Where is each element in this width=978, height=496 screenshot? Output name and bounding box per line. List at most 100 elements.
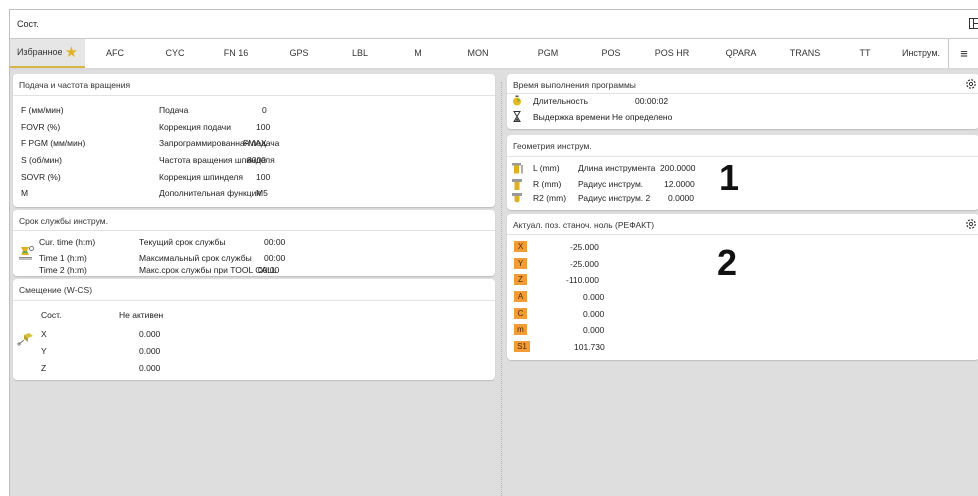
tab-cyc[interactable]: CYC xyxy=(145,39,205,68)
time1-value: 00:00 xyxy=(264,253,285,263)
sovr-label: SOVR (%) xyxy=(21,172,61,182)
gear-icon[interactable] xyxy=(965,78,977,90)
tool-radius2-icon xyxy=(511,193,523,204)
callout-2: 2 xyxy=(717,242,737,284)
m-value: M5 xyxy=(256,188,268,198)
hourglass-icon xyxy=(513,111,521,122)
offset-icon xyxy=(17,333,35,347)
cur-time-desc: Текущий срок службы xyxy=(139,237,225,247)
main-window: Сост. Избранное★ AFC CYC FN 16 GPS LBL M… xyxy=(9,9,978,496)
radius-desc: Радиус инструм. xyxy=(578,179,643,189)
offset-z-label: Z xyxy=(41,363,46,373)
tool-life-panel: Срок службы инструм. Cur. time (h:m) Тек… xyxy=(13,210,495,276)
length-value: 200.0000 xyxy=(660,163,695,173)
tab-fn16[interactable]: FN 16 xyxy=(205,39,267,68)
radius-label: R (mm) xyxy=(533,179,561,189)
axis-a-badge: A xyxy=(514,291,527,302)
radius2-value: 0.0000 xyxy=(668,193,694,203)
fpgm-label: F PGM (мм/мин) xyxy=(21,138,85,148)
s-label: S (об/мин) xyxy=(21,155,62,165)
axis-z-badge: Z xyxy=(514,274,527,285)
tab-pos-hr[interactable]: POS HR xyxy=(635,39,709,68)
dwell-value: Не определено xyxy=(612,112,672,122)
tab-m[interactable]: M xyxy=(389,39,447,68)
layout-icon[interactable] xyxy=(969,18,978,29)
offset-z-value: 0.000 xyxy=(139,363,160,373)
geometry-title: Геометрия инструм. xyxy=(513,141,592,151)
cur-time-value: 00:00 xyxy=(264,237,285,247)
axis-c-value: 0.000 xyxy=(583,309,604,319)
tab-gps[interactable]: GPS xyxy=(267,39,331,68)
tool-length-icon xyxy=(511,163,523,174)
axis-m-badge: m xyxy=(514,324,527,335)
time2-value: 00:00 xyxy=(258,265,279,275)
column-divider xyxy=(501,82,502,496)
tab-bar: Избранное★ AFC CYC FN 16 GPS LBL M MON P… xyxy=(10,39,978,68)
position-title: Актуал. поз. станоч. ноль (РЕФАКТ) xyxy=(513,220,654,230)
gear-icon[interactable] xyxy=(965,218,977,230)
tool-life-icon xyxy=(18,246,34,261)
tab-label: Избранное xyxy=(17,47,63,57)
divider xyxy=(507,234,978,235)
sovr-desc: Коррекция шпинделя xyxy=(159,172,243,182)
title-bar: Сост. xyxy=(10,10,978,39)
fovr-value: 100 xyxy=(256,122,270,132)
spindle-s1-badge: S1 xyxy=(514,341,530,352)
position-panel: Актуал. поз. станоч. ноль (РЕФАКТ) X -25… xyxy=(507,214,978,360)
offset-panel: Смещение (W-CS) Сост. Не активен X 0.000… xyxy=(13,279,495,380)
feed-panel: Подача и частота вращения F (мм/мин) Под… xyxy=(13,74,495,207)
radius-value: 12.0000 xyxy=(664,179,695,189)
sovr-value: 100 xyxy=(256,172,270,182)
spindle-s1-value: 101.730 xyxy=(574,342,605,352)
status-area: Подача и частота вращения F (мм/мин) Под… xyxy=(10,70,978,496)
fovr-desc: Коррекция подачи xyxy=(159,122,231,132)
stopwatch-icon xyxy=(511,95,522,106)
fovr-label: FOVR (%) xyxy=(21,122,60,132)
m-label: M xyxy=(21,188,28,198)
divider xyxy=(507,156,978,157)
time2-label: Time 2 (h:m) xyxy=(39,265,87,275)
tab-pos[interactable]: POS xyxy=(587,39,635,68)
divider xyxy=(507,93,978,94)
length-desc: Длина инструмента xyxy=(578,163,655,173)
axis-c-badge: C xyxy=(514,308,527,319)
radius2-desc: Радиус инструм. 2 xyxy=(578,193,650,203)
axis-m-value: 0.000 xyxy=(583,325,604,335)
cur-time-label: Cur. time (h:m) xyxy=(39,237,95,247)
time2-desc: Макс.срок службы при TOOL CALL xyxy=(139,265,277,275)
length-label: L (mm) xyxy=(533,163,560,173)
offset-y-label: Y xyxy=(41,346,47,356)
offset-x-value: 0.000 xyxy=(139,329,160,339)
offset-x-label: X xyxy=(41,329,47,339)
fpgm-value: FMAX xyxy=(243,138,267,148)
tab-mon[interactable]: MON xyxy=(447,39,509,68)
feed-desc: Подача xyxy=(159,105,188,115)
tab-qpara[interactable]: QPARA xyxy=(709,39,773,68)
tab-trans[interactable]: TRANS xyxy=(773,39,837,68)
axis-y-badge: Y xyxy=(514,258,527,269)
offset-state-label: Сост. xyxy=(41,310,61,320)
offset-y-value: 0.000 xyxy=(139,346,160,356)
radius2-label: R2 (mm) xyxy=(533,193,566,203)
tool-radius-icon xyxy=(511,179,523,190)
tab-tt[interactable]: TT xyxy=(837,39,893,68)
tab-tools[interactable]: Инструм. xyxy=(893,39,949,68)
divider xyxy=(13,300,495,301)
runtime-title: Время выполнения программы xyxy=(513,80,636,90)
tab-pgm[interactable]: PGM xyxy=(509,39,587,68)
dwell-label: Выдержка времени xyxy=(533,112,610,122)
tool-life-title: Срок службы инструм. xyxy=(19,216,108,226)
geometry-panel: Геометрия инструм. L (mm) Длина инструме… xyxy=(507,135,978,210)
duration-label: Длительность xyxy=(533,96,588,106)
star-icon: ★ xyxy=(65,44,78,61)
tab-afc[interactable]: AFC xyxy=(85,39,145,68)
time1-desc: Максимальный срок службы xyxy=(139,253,252,263)
hamburger-menu-icon[interactable]: ≡ xyxy=(948,39,978,68)
m-desc: Дополнительная функция xyxy=(159,188,261,198)
tab-favorites[interactable]: Избранное★ xyxy=(10,39,85,68)
axis-x-badge: X xyxy=(514,241,527,252)
runtime-panel: Время выполнения программы Длительность … xyxy=(507,74,978,129)
divider xyxy=(13,230,495,231)
axis-x-value: -25.000 xyxy=(570,242,599,252)
tab-lbl[interactable]: LBL xyxy=(331,39,389,68)
